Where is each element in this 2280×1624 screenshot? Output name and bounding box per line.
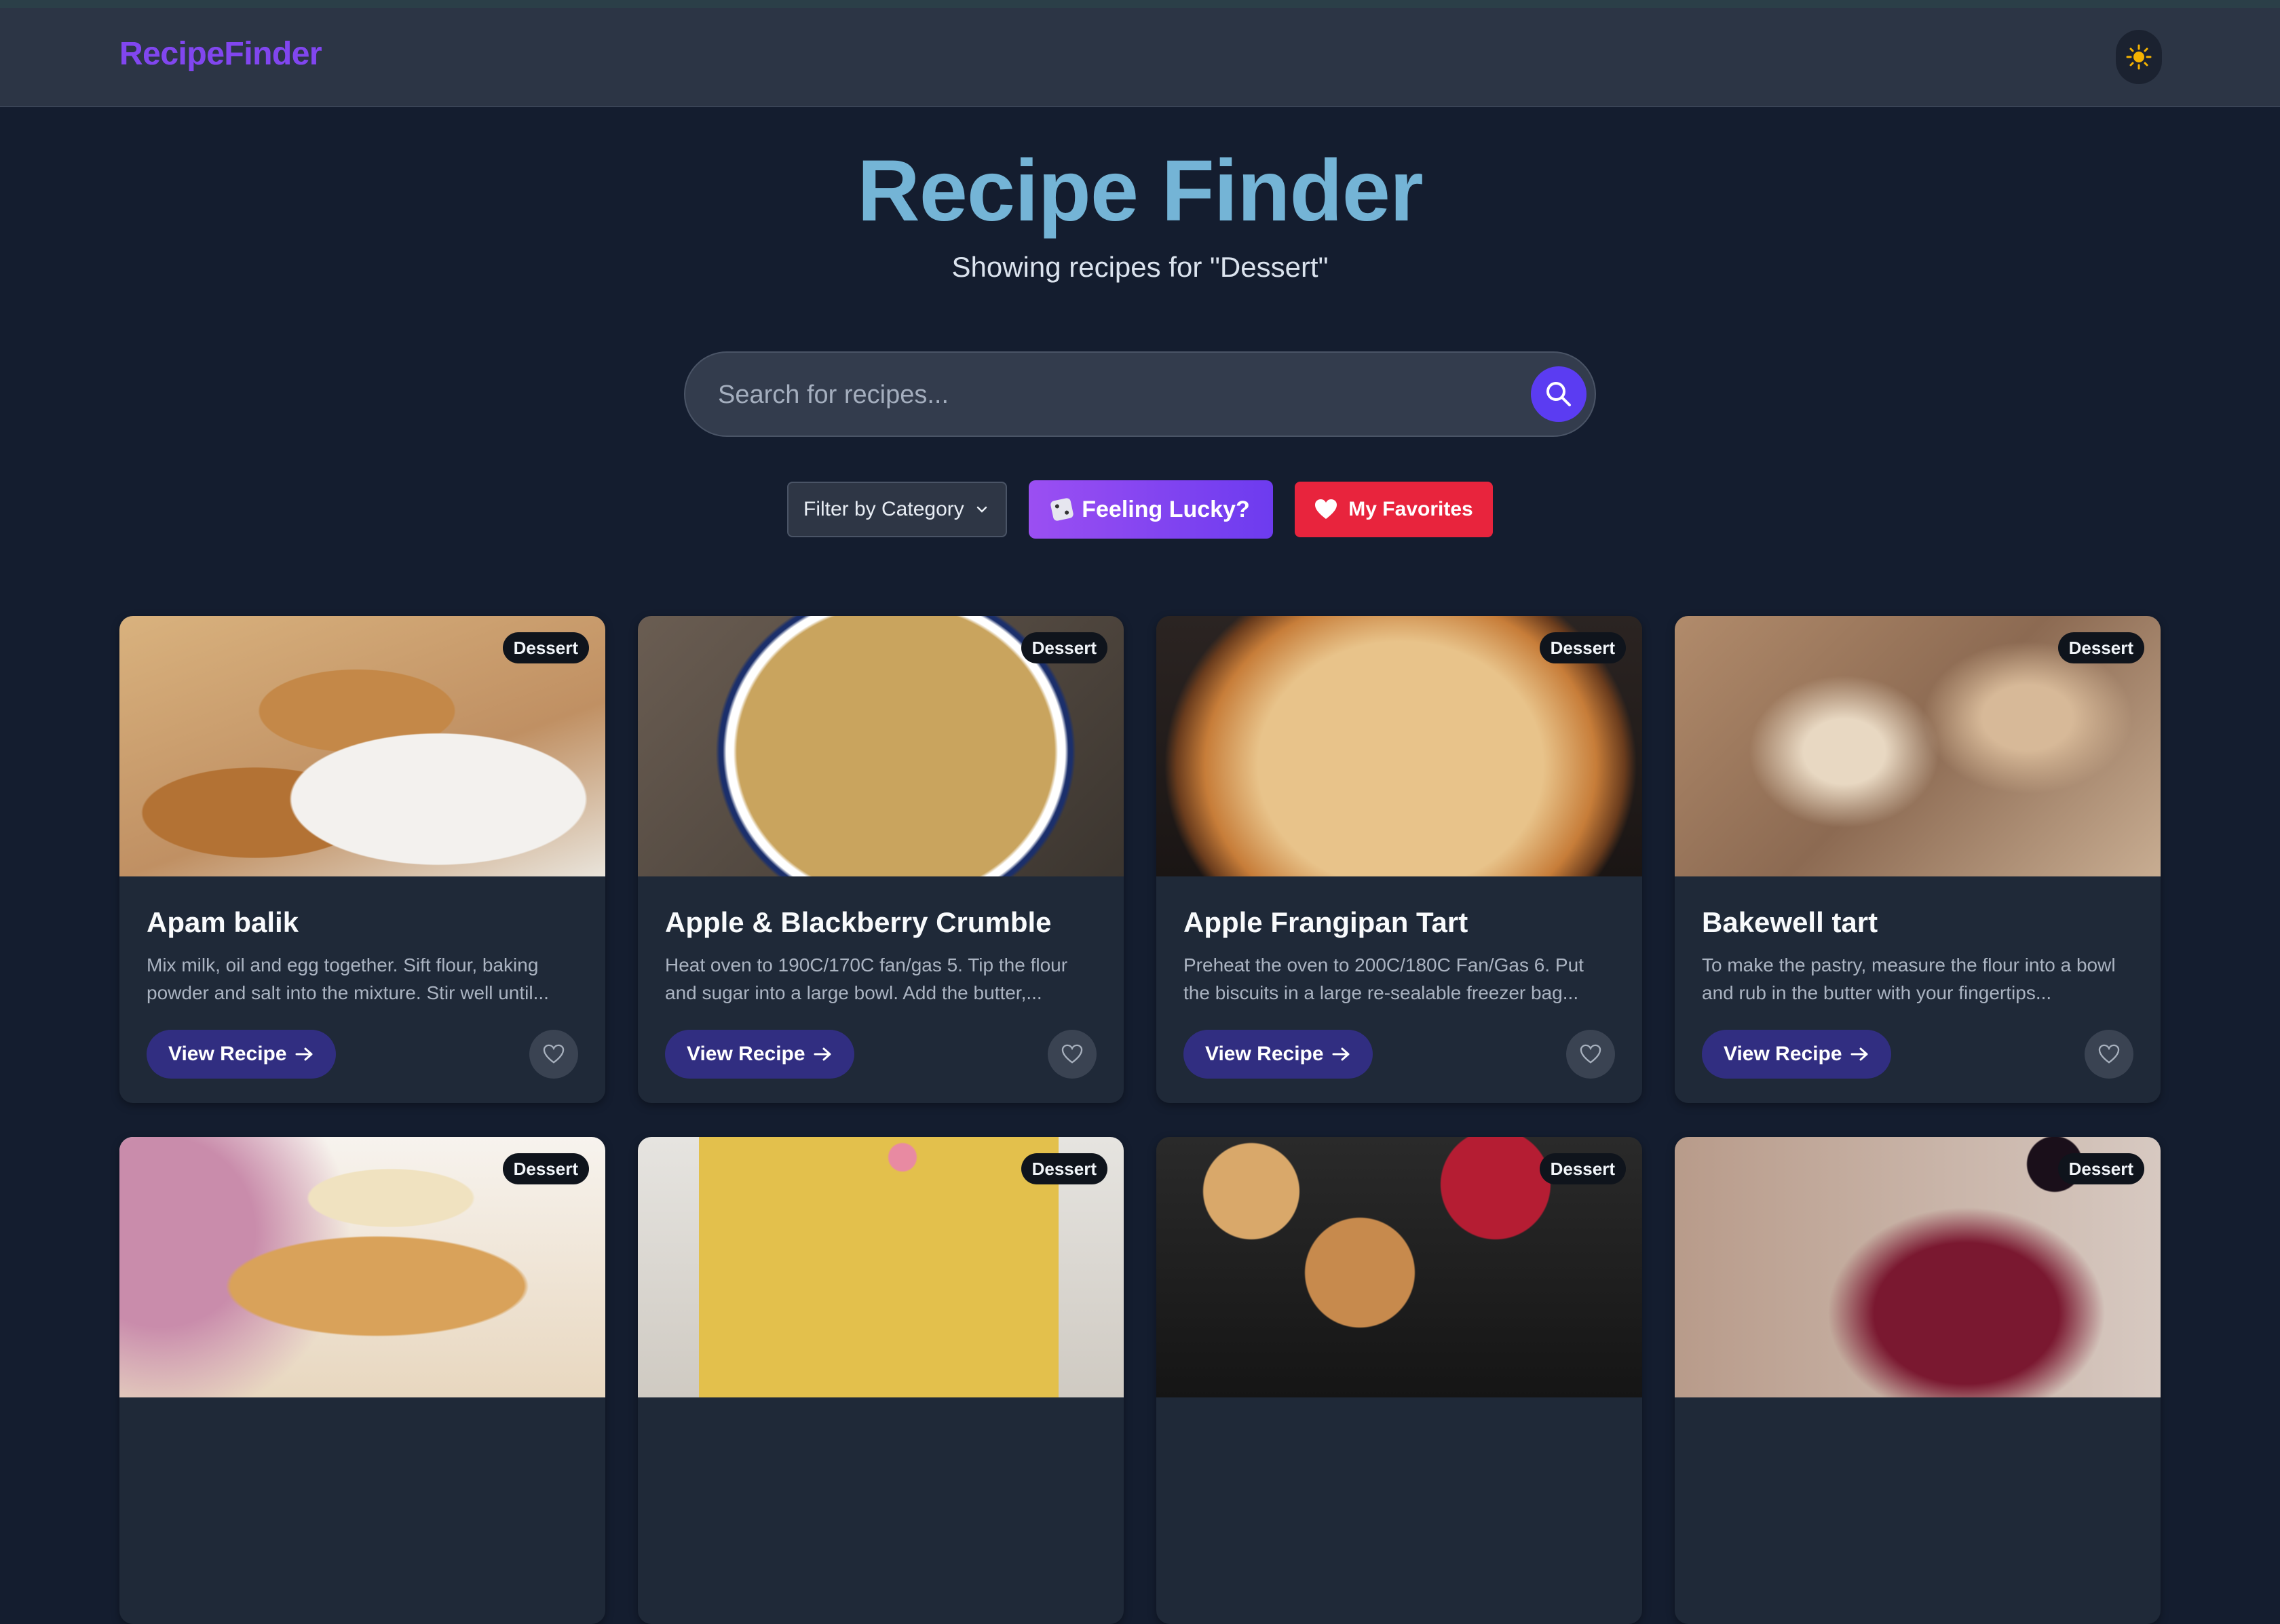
recipe-card: Dessert bbox=[1675, 1137, 2161, 1624]
recipe-card: Dessert Apple Frangipan Tart Preheat the… bbox=[1156, 616, 1642, 1103]
controls-row: Filter by Category Feeling Lucky? My Fav… bbox=[0, 480, 2280, 539]
category-badge: Dessert bbox=[2057, 1153, 2144, 1184]
brand-logo[interactable]: RecipeFinder bbox=[119, 35, 322, 73]
view-recipe-label: View Recipe bbox=[168, 1043, 287, 1065]
view-recipe-button[interactable]: View Recipe bbox=[665, 1030, 854, 1079]
top-accent-line bbox=[0, 0, 2280, 8]
recipe-description: To make the pastry, measure the flour in… bbox=[1702, 954, 2116, 1003]
search-icon bbox=[1546, 382, 1571, 406]
favorite-toggle-button[interactable] bbox=[2085, 1030, 2133, 1079]
arrow-right-icon bbox=[295, 1047, 313, 1061]
favorite-toggle-button[interactable] bbox=[1048, 1030, 1097, 1079]
recipe-description: Mix milk, oil and egg together. Sift flo… bbox=[147, 954, 549, 1003]
my-favorites-label: My Favorites bbox=[1348, 498, 1473, 520]
heart-outline-icon bbox=[1061, 1044, 1083, 1064]
page-title: Recipe Finder bbox=[857, 142, 1423, 239]
heart-outline-icon bbox=[543, 1044, 565, 1064]
category-badge: Dessert bbox=[1539, 1153, 1626, 1184]
recipe-card: Dessert Apple & Blackberry Crumble Heat … bbox=[638, 616, 1124, 1103]
recipe-title: Apple Frangipan Tart bbox=[1183, 906, 1468, 938]
category-filter-select[interactable]: Filter by Category bbox=[787, 482, 1007, 537]
favorite-toggle-button[interactable] bbox=[1566, 1030, 1615, 1079]
category-badge: Dessert bbox=[1021, 632, 1107, 663]
arrow-right-icon bbox=[814, 1047, 831, 1061]
view-recipe-button[interactable]: View Recipe bbox=[147, 1030, 336, 1079]
recipe-card: Dessert Bakewell tart To make the pastry… bbox=[1675, 616, 2161, 1103]
heart-icon bbox=[1315, 499, 1337, 519]
arrow-right-icon bbox=[1850, 1047, 1868, 1061]
feeling-lucky-button[interactable]: Feeling Lucky? bbox=[1029, 480, 1273, 539]
recipe-title: Apam balik bbox=[147, 906, 299, 938]
view-recipe-label: View Recipe bbox=[687, 1043, 805, 1065]
dice-icon bbox=[1050, 497, 1075, 522]
category-badge: Dessert bbox=[1539, 632, 1626, 663]
recipe-card: Dessert bbox=[1156, 1137, 1642, 1624]
category-badge: Dessert bbox=[502, 632, 589, 663]
favorite-toggle-button[interactable] bbox=[529, 1030, 578, 1079]
recipe-title: Bakewell tart bbox=[1702, 906, 1878, 938]
view-recipe-label: View Recipe bbox=[1724, 1043, 1842, 1065]
view-recipe-label: View Recipe bbox=[1205, 1043, 1324, 1065]
recipe-title: Apple & Blackberry Crumble bbox=[665, 906, 1052, 938]
recipe-card: Dessert Apam balik Mix milk, oil and egg… bbox=[119, 616, 605, 1103]
chevron-down-icon bbox=[976, 506, 987, 513]
navbar: RecipeFinder bbox=[0, 8, 2280, 107]
view-recipe-button[interactable]: View Recipe bbox=[1702, 1030, 1891, 1079]
view-recipe-button[interactable]: View Recipe bbox=[1183, 1030, 1373, 1079]
search-button[interactable] bbox=[1531, 366, 1586, 422]
recipe-description: Preheat the oven to 200C/180C Fan/Gas 6.… bbox=[1183, 954, 1584, 1003]
heart-outline-icon bbox=[1580, 1044, 1601, 1064]
heart-outline-icon bbox=[2098, 1044, 2120, 1064]
theme-toggle-button[interactable] bbox=[2116, 30, 2162, 84]
sun-icon bbox=[2126, 44, 2152, 70]
feeling-lucky-label: Feeling Lucky? bbox=[1082, 496, 1250, 522]
recipe-card: Dessert bbox=[638, 1137, 1124, 1624]
category-badge: Dessert bbox=[2057, 632, 2144, 663]
category-badge: Dessert bbox=[502, 1153, 589, 1184]
my-favorites-button[interactable]: My Favorites bbox=[1295, 482, 1493, 537]
category-badge: Dessert bbox=[1021, 1153, 1107, 1184]
search-input[interactable] bbox=[718, 373, 1451, 417]
recipe-card: Dessert bbox=[119, 1137, 605, 1624]
recipe-description: Heat oven to 190C/170C fan/gas 5. Tip th… bbox=[665, 954, 1068, 1003]
page-subtitle: Showing recipes for "Dessert" bbox=[951, 251, 1329, 283]
filter-label: Filter by Category bbox=[803, 498, 964, 520]
search-bar bbox=[684, 351, 1596, 437]
arrow-right-icon bbox=[1332, 1047, 1350, 1061]
